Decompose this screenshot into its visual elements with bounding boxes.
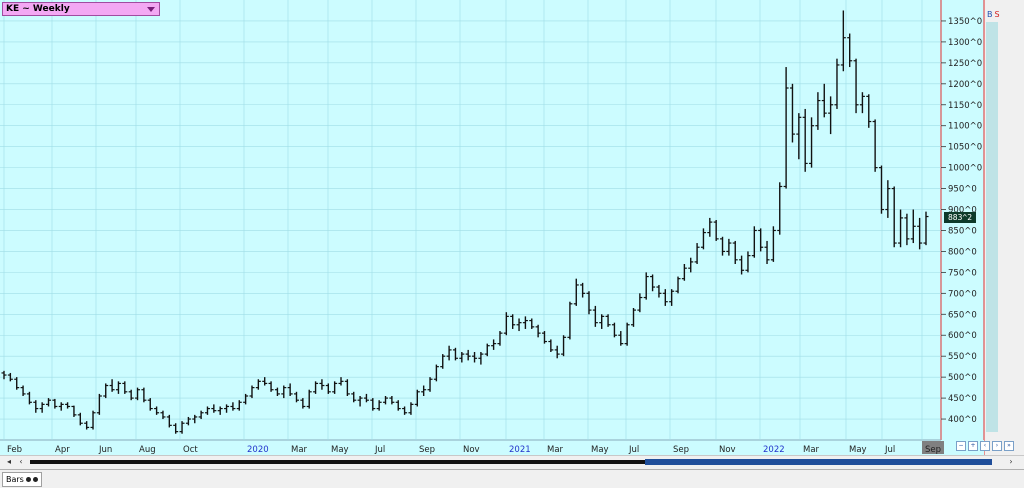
- price-tick-label: 600^0: [948, 331, 977, 341]
- time-tick-label: Sep: [673, 445, 689, 455]
- horizontal-scrollbar[interactable]: ◂ ‹ ›: [0, 455, 1024, 468]
- scroll-thumb[interactable]: [645, 459, 992, 465]
- top-right-badge: B S: [986, 9, 1001, 20]
- chart-nav-buttons: − + ‹ › »: [956, 441, 1014, 451]
- time-tick-label: Jul: [374, 445, 385, 455]
- scroll-left-step-icon[interactable]: ‹: [16, 457, 26, 467]
- zoom-out-icon[interactable]: −: [956, 441, 966, 451]
- time-tick-label: Aug: [139, 445, 156, 455]
- price-tick-label: 800^0: [948, 247, 977, 257]
- scroll-back-icon[interactable]: ‹: [980, 441, 990, 451]
- time-tick-label: Jul: [884, 445, 895, 455]
- price-tick-label: 1000^0: [948, 164, 982, 174]
- price-tick-label: 1050^0: [948, 143, 982, 153]
- scroll-forward-icon[interactable]: ›: [992, 441, 1002, 451]
- time-tick-label: May: [849, 445, 867, 455]
- chevron-down-icon: [147, 7, 155, 12]
- price-tick-label: 500^0: [948, 373, 977, 383]
- price-tick-label: 700^0: [948, 289, 977, 299]
- reset-view-icon[interactable]: »: [1004, 441, 1014, 451]
- badge-right-letter: S: [994, 10, 1000, 19]
- time-tick-label: Jul: [628, 445, 639, 455]
- style-dot-icon: [25, 477, 31, 482]
- zoom-in-icon[interactable]: +: [968, 441, 978, 451]
- price-tick-label: 1350^0: [948, 17, 982, 27]
- price-tick-label: 450^0: [948, 394, 977, 404]
- time-tick-label: Mar: [803, 445, 820, 455]
- price-tick-label: 1200^0: [948, 80, 982, 90]
- badge-left-letter: B: [987, 10, 993, 19]
- price-tick-label: 1150^0: [948, 101, 982, 111]
- time-tick-label: Sep: [925, 445, 941, 455]
- status-bar: Bars: [0, 469, 1024, 488]
- style-dot-icon: [32, 477, 38, 482]
- price-tick-label: 1250^0: [948, 59, 982, 69]
- time-tick-label: Nov: [463, 445, 480, 455]
- chart-style-label: Bars: [6, 475, 24, 484]
- time-tick-label: Sep: [419, 445, 435, 455]
- time-tick-label: Oct: [183, 445, 198, 455]
- scroll-left-icon[interactable]: ◂: [4, 457, 14, 467]
- time-tick-label: May: [591, 445, 609, 455]
- time-tick-label: 2021: [509, 445, 531, 455]
- price-tick-label: 400^0: [948, 415, 977, 425]
- price-tick-label: 950^0: [948, 185, 977, 195]
- symbol-selector-label: KE ~ Weekly: [6, 4, 70, 14]
- price-tick-label: 1100^0: [948, 122, 982, 132]
- price-chart: 400^0 450^0 500^0 550^0 600^0 650^0 700^0 750^0…: [0, 0, 1024, 455]
- price-tick-label: 650^0: [948, 310, 977, 320]
- price-tick-label: 750^0: [948, 268, 977, 278]
- price-tick-label: 1300^0: [948, 38, 982, 48]
- time-tick-label: Mar: [547, 445, 564, 455]
- time-tick-label: May: [331, 445, 349, 455]
- time-tick-label: Apr: [55, 445, 70, 455]
- right-scroll-strip[interactable]: [986, 22, 998, 432]
- time-tick-label: Nov: [719, 445, 736, 455]
- time-tick-label: 2020: [247, 445, 269, 455]
- price-tick-label: 850^0: [948, 226, 977, 236]
- time-tick-label: Jun: [98, 445, 112, 455]
- chart-window: 400^0 450^0 500^0 550^0 600^0 650^0 700^0 750^0…: [0, 0, 1024, 488]
- scroll-right-icon[interactable]: ›: [1006, 457, 1016, 467]
- price-tick-label: 550^0: [948, 352, 977, 362]
- time-tick-label: 2022: [763, 445, 785, 455]
- chart-style-tab[interactable]: Bars: [2, 472, 42, 487]
- symbol-selector-dropdown[interactable]: KE ~ Weekly: [2, 2, 160, 16]
- last-price-tag: 883^2: [944, 212, 976, 223]
- time-tick-label: Feb: [7, 445, 22, 455]
- time-tick-label: Mar: [291, 445, 308, 455]
